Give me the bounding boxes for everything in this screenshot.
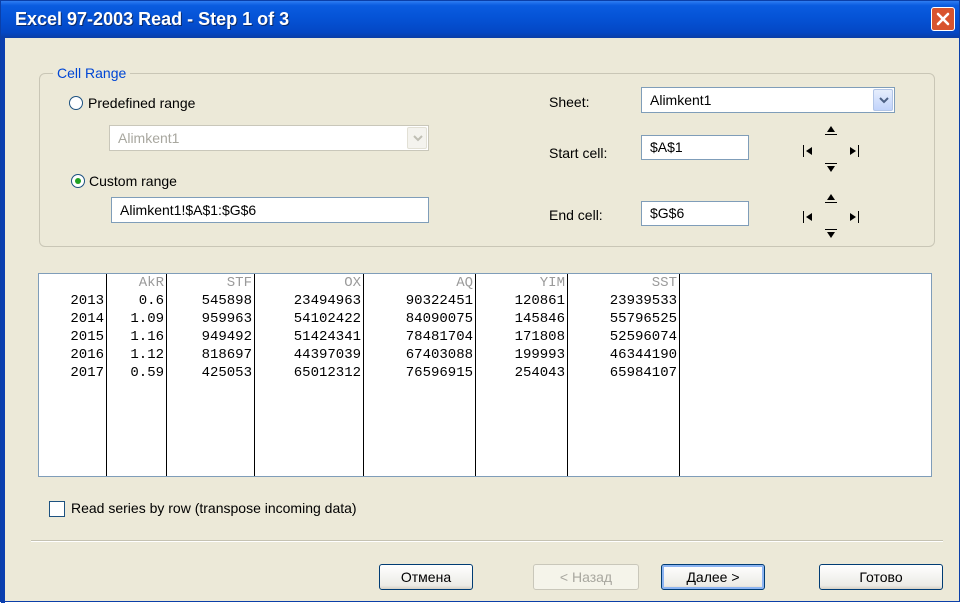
preview-cell: 2017 xyxy=(70,365,104,381)
preview-cell: 818697 xyxy=(201,347,252,363)
start-cell-input[interactable]: $A$1 xyxy=(641,135,749,160)
preview-cell: 959963 xyxy=(201,311,252,327)
radio-selected-dot xyxy=(75,178,81,184)
preview-column-header: AkR xyxy=(138,275,164,291)
dialog-window: Excel 97-2003 Read - Step 1 of 3 Cell Ra… xyxy=(0,0,960,603)
sheet-dropdown-button[interactable] xyxy=(873,89,893,111)
preview-column-header: SST xyxy=(651,275,677,291)
end-cell-up-arrow-icon[interactable] xyxy=(825,191,837,203)
predefined-range-select: Alimkent1 xyxy=(109,125,429,151)
end-cell-down-arrow-icon[interactable] xyxy=(825,229,837,241)
predefined-range-radio[interactable] xyxy=(69,96,83,110)
cell-range-group-title: Cell Range xyxy=(53,65,131,81)
custom-range-radio[interactable] xyxy=(71,174,85,188)
preview-column[interactable]: OX 23494963 54102422 51424341 44397039 6… xyxy=(255,274,364,476)
transpose-label[interactable]: Read series by row (transpose incoming d… xyxy=(71,500,357,516)
next-button[interactable]: Далее > xyxy=(661,564,765,590)
preview-cell: 46344190 xyxy=(609,347,677,363)
chevron-down-icon xyxy=(879,97,889,104)
end-cell-input[interactable]: $G$6 xyxy=(641,201,749,226)
finish-button[interactable]: Готово xyxy=(819,564,943,590)
preview-column[interactable]: STF 545898 959963 949492 818697 425053 xyxy=(167,274,255,476)
preview-cell: 2014 xyxy=(70,311,104,327)
data-preview-pane[interactable]: 2013 2014 2015 2016 2017 AkR 0.6 1.09 1.… xyxy=(38,273,932,477)
preview-cell: 54102422 xyxy=(293,311,361,327)
preview-cell: 254043 xyxy=(514,365,565,381)
separator xyxy=(31,540,943,542)
start-cell-right-arrow-icon[interactable] xyxy=(847,145,859,157)
sheet-select[interactable]: Alimkent1 xyxy=(641,87,895,113)
preview-cell: 120861 xyxy=(514,293,565,309)
preview-cell: 2013 xyxy=(70,293,104,309)
close-button[interactable] xyxy=(931,7,955,31)
preview-cell: 949492 xyxy=(201,329,252,345)
preview-cell: 90322451 xyxy=(405,293,473,309)
end-cell-label: End cell: xyxy=(549,207,603,223)
chevron-down-icon xyxy=(413,135,423,142)
end-cell-left-arrow-icon[interactable] xyxy=(803,211,815,223)
predefined-range-dropdown-button xyxy=(407,127,427,149)
close-icon xyxy=(936,12,950,26)
preview-column-header: YIM xyxy=(539,275,565,291)
window-left-border xyxy=(1,38,5,603)
preview-cell: 545898 xyxy=(201,293,252,309)
predefined-range-label[interactable]: Predefined range xyxy=(88,95,195,111)
transpose-checkbox[interactable] xyxy=(49,501,65,517)
preview-column-header: AQ xyxy=(456,275,473,291)
preview-cell: 0.59 xyxy=(130,365,164,381)
start-cell-up-arrow-icon[interactable] xyxy=(825,123,837,135)
start-cell-down-arrow-icon[interactable] xyxy=(825,163,837,175)
window-title: Excel 97-2003 Read - Step 1 of 3 xyxy=(15,9,290,29)
preview-cell: 52596074 xyxy=(609,329,677,345)
preview-cell: 1.16 xyxy=(130,329,164,345)
preview-cell: 145846 xyxy=(514,311,565,327)
preview-cell: 171808 xyxy=(514,329,565,345)
start-cell-label: Start cell: xyxy=(549,145,608,161)
preview-cell: 84090075 xyxy=(405,311,473,327)
back-button[interactable]: < Назад xyxy=(533,564,639,590)
preview-cell: 65984107 xyxy=(609,365,677,381)
custom-range-input[interactable]: Alimkent1!$A$1:$G$6 xyxy=(111,197,429,223)
preview-cell: 76596915 xyxy=(405,365,473,381)
title-bar[interactable]: Excel 97-2003 Read - Step 1 of 3 xyxy=(1,1,959,38)
preview-column[interactable]: SST 23939533 55796525 52596074 46344190 … xyxy=(568,274,680,476)
preview-cell: 65012312 xyxy=(293,365,361,381)
preview-cell: 425053 xyxy=(201,365,252,381)
preview-column[interactable]: 2013 2014 2015 2016 2017 xyxy=(39,274,107,476)
preview-cell: 44397039 xyxy=(293,347,361,363)
preview-column[interactable]: AQ 90322451 84090075 78481704 67403088 7… xyxy=(364,274,476,476)
preview-cell: 2015 xyxy=(70,329,104,345)
preview-cell: 199993 xyxy=(514,347,565,363)
preview-cell: 2016 xyxy=(70,347,104,363)
preview-column[interactable]: AkR 0.6 1.09 1.16 1.12 0.59 xyxy=(107,274,167,476)
predefined-range-value: Alimkent1 xyxy=(118,130,180,146)
preview-cell: 1.12 xyxy=(130,347,164,363)
sheet-value: Alimkent1 xyxy=(650,92,712,108)
cancel-button[interactable]: Отмена xyxy=(379,564,473,590)
preview-cell: 23939533 xyxy=(609,293,677,309)
preview-cell: 51424341 xyxy=(293,329,361,345)
preview-column-header: STF xyxy=(226,275,252,291)
start-cell-left-arrow-icon[interactable] xyxy=(803,145,815,157)
preview-cell: 23494963 xyxy=(293,293,361,309)
preview-cell: 1.09 xyxy=(130,311,164,327)
end-cell-right-arrow-icon[interactable] xyxy=(847,211,859,223)
preview-cell: 67403088 xyxy=(405,347,473,363)
preview-column-header: OX xyxy=(344,275,361,291)
preview-cell: 55796525 xyxy=(609,311,677,327)
custom-range-label[interactable]: Custom range xyxy=(89,173,177,189)
preview-cell: 0.6 xyxy=(138,293,164,309)
preview-column-header xyxy=(39,274,104,292)
preview-column[interactable]: YIM 120861 145846 171808 199993 254043 xyxy=(476,274,568,476)
sheet-label: Sheet: xyxy=(549,94,590,110)
preview-cell: 78481704 xyxy=(405,329,473,345)
